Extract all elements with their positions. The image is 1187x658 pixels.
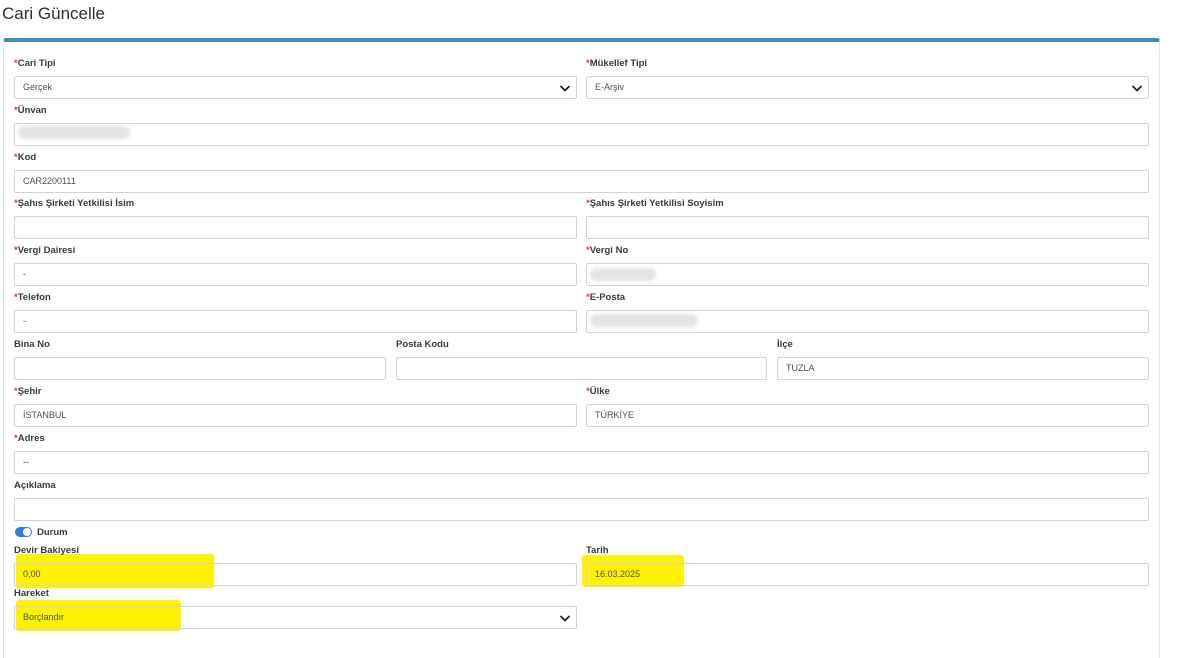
hareket-value: Borçlandır xyxy=(23,612,65,622)
telefon-label: *Telefon xyxy=(14,292,51,303)
vergi-dairesi-input[interactable]: - xyxy=(14,263,577,286)
hareket-label: Hareket xyxy=(14,588,49,599)
sehir-input[interactable]: İSTANBUL xyxy=(14,404,577,427)
cari-tipi-value: Gerçek xyxy=(23,82,53,92)
redacted-text xyxy=(18,126,130,139)
ulke-label: *Ülke xyxy=(586,386,610,397)
durum-toggle[interactable] xyxy=(15,527,32,537)
posta-kodu-input[interactable] xyxy=(396,357,767,380)
unvan-input[interactable] xyxy=(14,123,1149,146)
ilce-value: TUZLA xyxy=(786,363,815,373)
bina-no-label: Bina No xyxy=(14,339,50,350)
yetkili-isim-label: *Şahıs Şirketi Yetkilisi İsim xyxy=(14,198,135,209)
kod-label: *Kod xyxy=(14,152,37,163)
devir-bakiyesi-value: 0,00 xyxy=(23,569,41,579)
devir-bakiyesi-input[interactable]: 0,00 xyxy=(14,563,577,586)
adres-value: -- xyxy=(23,457,29,467)
redacted-text xyxy=(590,268,656,281)
vergi-dairesi-value: - xyxy=(23,269,26,279)
ilce-input[interactable]: TUZLA xyxy=(777,357,1149,380)
ulke-input[interactable]: TÜRKİYE xyxy=(586,404,1149,427)
sehir-value: İSTANBUL xyxy=(23,410,67,420)
vergi-no-label: *Vergi No xyxy=(586,245,629,256)
unvan-label: *Ünvan xyxy=(14,105,47,116)
tarih-value: 16.03.2025 xyxy=(595,569,641,579)
vergi-no-input[interactable] xyxy=(586,263,1149,286)
bina-no-input[interactable] xyxy=(14,357,386,380)
toggle-knob xyxy=(23,528,31,536)
sehir-label: *Şehir xyxy=(14,386,42,397)
ulke-value: TÜRKİYE xyxy=(595,410,635,420)
yetkili-soyisim-label: *Şahıs Şirketi Yetkilisi Soyisim xyxy=(586,198,724,209)
hareket-select[interactable]: Borçlandır xyxy=(14,606,577,629)
mukellef-tipi-label: *Mükellef Tipi xyxy=(586,58,648,69)
yetkili-isim-input[interactable] xyxy=(14,216,577,239)
yetkili-soyisim-input[interactable] xyxy=(586,216,1149,239)
mukellef-tipi-select[interactable]: E-Arşiv xyxy=(586,76,1149,99)
durum-label: Durum xyxy=(37,527,68,538)
chevron-down-icon xyxy=(1131,85,1143,92)
chevron-down-icon xyxy=(559,85,571,92)
cari-tipi-select[interactable]: Gerçek xyxy=(14,76,577,99)
kod-input[interactable]: CAR2200111 xyxy=(14,170,1149,193)
mukellef-tipi-value: E-Arşiv xyxy=(595,82,624,92)
cari-tipi-label: *Cari Tipi xyxy=(14,58,56,69)
tarih-label: Tarih xyxy=(586,545,609,556)
vergi-dairesi-label: *Vergi Dairesi xyxy=(14,245,76,256)
posta-kodu-label: Posta Kodu xyxy=(396,339,449,350)
aciklama-label: Açıklama xyxy=(14,480,56,491)
redacted-text xyxy=(590,314,698,327)
kod-value: CAR2200111 xyxy=(23,176,76,186)
devir-bakiyesi-label: Devir Bakiyesi xyxy=(14,545,79,556)
telefon-value: - xyxy=(23,316,26,326)
chevron-down-icon xyxy=(559,615,571,622)
page-title: Cari Güncelle xyxy=(2,4,105,23)
telefon-input[interactable]: - xyxy=(14,310,577,333)
adres-input[interactable]: -- xyxy=(14,451,1149,474)
ilce-label: İlçe xyxy=(777,339,793,350)
adres-label: *Adres xyxy=(14,433,45,444)
aciklama-input[interactable] xyxy=(14,498,1149,521)
tarih-input[interactable]: 16.03.2025 xyxy=(586,563,1149,586)
eposta-label: *E-Posta xyxy=(586,292,626,303)
